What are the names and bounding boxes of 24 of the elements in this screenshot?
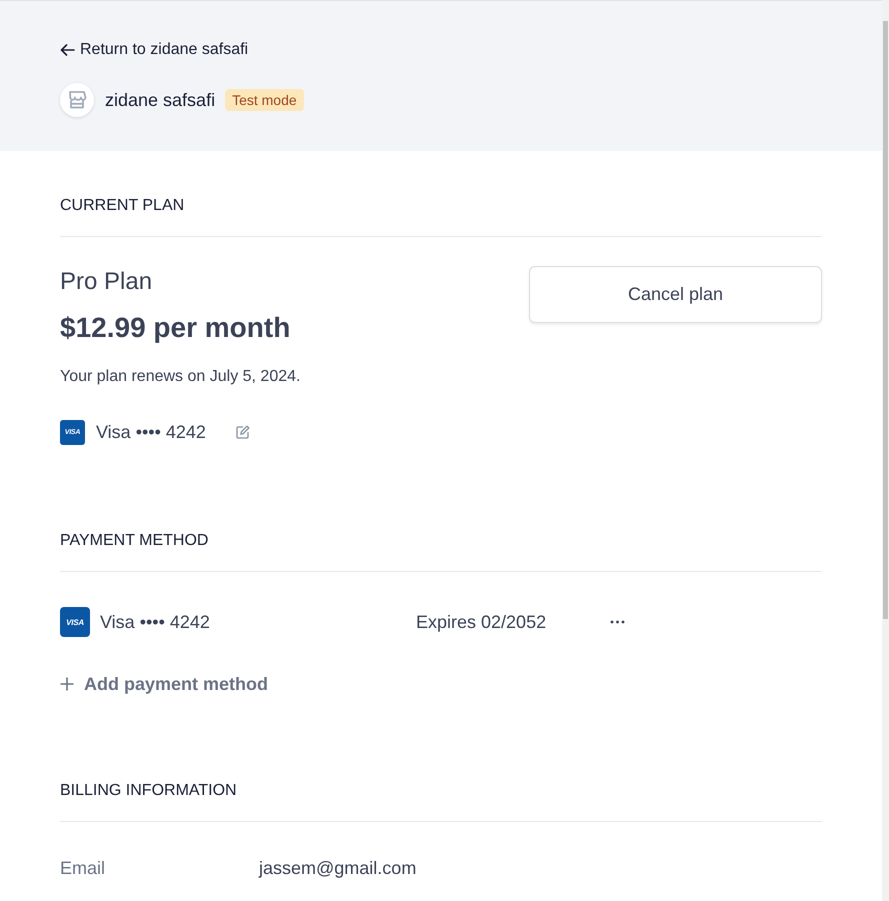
test-mode-badge: Test mode (225, 89, 304, 111)
field-label: Email (60, 857, 106, 879)
account-name: zidane safsafi (105, 89, 216, 111)
scrollbar-thumb[interactable] (883, 21, 888, 619)
card-brand-logo: VISA (60, 607, 90, 637)
renewal-text: Your plan renews on July 5, 2024. (60, 367, 300, 387)
back-arrow-icon[interactable] (60, 44, 75, 56)
section-heading: PAYMENT METHOD (60, 531, 208, 551)
add-payment-method-button[interactable]: Add payment method (60, 672, 268, 696)
store-icon (67, 90, 87, 110)
plan-price: $12.99 per month (60, 311, 290, 345)
section-heading: CURRENT PLAN (60, 196, 184, 216)
plan-name: Pro Plan (60, 267, 152, 297)
card-label: Visa •••• 4242 (96, 421, 206, 444)
field-value: jassem@gmail.com (259, 857, 416, 879)
plus-icon (60, 677, 74, 691)
card-expiry: Expires 02/2052 (416, 611, 546, 634)
back-link[interactable]: Return to zidane safsafi (60, 40, 248, 60)
edit-icon[interactable] (236, 425, 250, 439)
cancel-plan-button[interactable]: Cancel plan (529, 266, 822, 323)
more-icon[interactable] (610, 620, 625, 624)
scrollbar-track[interactable] (882, 0, 889, 901)
section-heading: BILLING INFORMATION (60, 781, 237, 801)
card-label: Visa •••• 4242 (100, 611, 210, 634)
